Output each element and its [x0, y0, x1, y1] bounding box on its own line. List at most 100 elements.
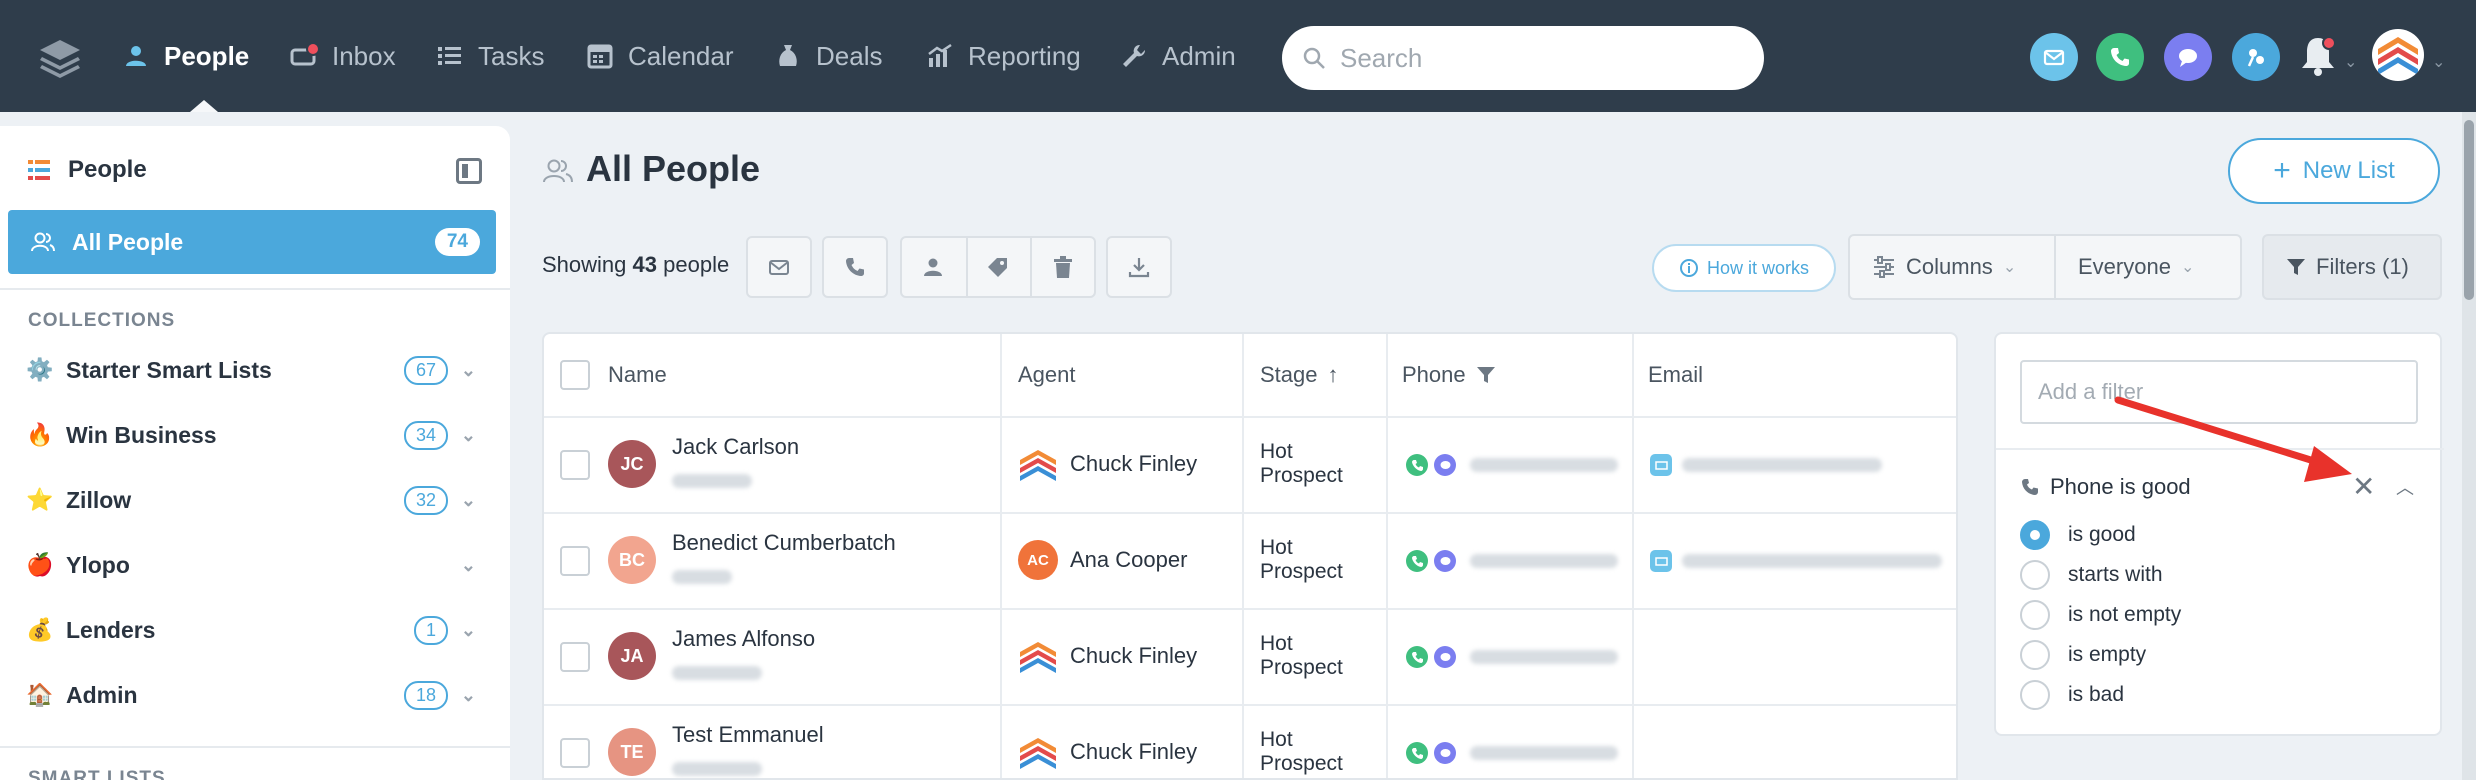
radio-button[interactable]: [2020, 560, 2050, 590]
sidebar-item-lenders[interactable]: 💰 Lenders 1 ⌄: [26, 610, 486, 650]
sidebar-item-all-people[interactable]: All People 74: [8, 210, 496, 274]
avatar[interactable]: TE: [608, 728, 656, 776]
email-action-button[interactable]: [2030, 33, 2078, 81]
column-header-name[interactable]: Name: [608, 334, 667, 416]
delete-button[interactable]: [1030, 236, 1096, 298]
email-icon[interactable]: [1650, 550, 1672, 572]
collapse-sidebar-icon[interactable]: [456, 158, 482, 184]
stage-cell[interactable]: Hot Prospect: [1260, 536, 1343, 584]
column-header-agent[interactable]: Agent: [1018, 334, 1076, 416]
table-row[interactable]: TE Test Emmanuel Chuck Finley Hot Prospe…: [544, 706, 1956, 778]
apps-action-button[interactable]: [2232, 33, 2280, 81]
row-checkbox[interactable]: [560, 546, 590, 576]
agent-name: Ana Cooper: [1070, 547, 1188, 572]
nav-deals[interactable]: Deals: [774, 0, 882, 112]
text-message-icon[interactable]: [1434, 550, 1456, 572]
contact-name[interactable]: James Alfonso: [672, 626, 815, 652]
filters-button[interactable]: Filters (1): [2262, 234, 2442, 300]
contact-name[interactable]: Jack Carlson: [672, 434, 799, 460]
chevron-up-icon[interactable]: ︿: [2396, 474, 2414, 500]
export-button[interactable]: [1106, 236, 1172, 298]
columns-dropdown[interactable]: Columns ⌄: [1848, 234, 2056, 300]
radio-button[interactable]: [2020, 600, 2050, 630]
text-message-icon[interactable]: [1434, 646, 1456, 668]
stage-cell[interactable]: Hot Prospect: [1260, 728, 1343, 776]
bulk-call-button[interactable]: [822, 236, 888, 298]
column-header-stage[interactable]: Stage ↑: [1242, 334, 1339, 416]
active-filter-header[interactable]: Phone is good: [2020, 474, 2191, 500]
table-row[interactable]: JC Jack Carlson Chuck Finley Hot Prospec…: [544, 418, 1956, 512]
radio-button[interactable]: [2020, 640, 2050, 670]
call-icon[interactable]: [1406, 454, 1428, 476]
agent-cell[interactable]: Chuck Finley: [1018, 444, 1197, 484]
call-icon[interactable]: [1406, 646, 1428, 668]
sidebar-item-starter-smart-lists[interactable]: ⚙️ Starter Smart Lists 67 ⌄: [26, 350, 486, 390]
add-filter-input[interactable]: [2020, 360, 2418, 424]
contact-name[interactable]: Benedict Cumberbatch: [672, 530, 896, 556]
radio-button[interactable]: [2020, 520, 2050, 550]
stage-cell[interactable]: Hot Prospect: [1260, 632, 1343, 680]
how-it-works-button[interactable]: How it works: [1652, 244, 1836, 292]
radio-button[interactable]: [2020, 680, 2050, 710]
agent-cell[interactable]: AC Ana Cooper: [1018, 540, 1187, 580]
text-message-icon[interactable]: [1434, 742, 1456, 764]
nav-tasks[interactable]: Tasks: [436, 0, 544, 112]
filter-option-is-bad[interactable]: is bad: [2020, 680, 2124, 710]
app-logo-icon[interactable]: [38, 38, 82, 78]
filter-option-is-empty[interactable]: is empty: [2020, 640, 2146, 670]
chevron-down-icon[interactable]: ⌄: [461, 620, 476, 641]
avatar[interactable]: BC: [608, 536, 656, 584]
remove-filter-close-icon[interactable]: ✕: [2352, 470, 2375, 503]
row-checkbox[interactable]: [560, 642, 590, 672]
call-action-button[interactable]: [2096, 33, 2144, 81]
agent-cell[interactable]: Chuck Finley: [1018, 636, 1197, 676]
contact-name[interactable]: Test Emmanuel: [672, 722, 824, 748]
chevron-down-icon[interactable]: ⌄: [461, 425, 476, 446]
new-list-button[interactable]: + New List: [2228, 138, 2440, 204]
column-header-phone[interactable]: Phone: [1402, 334, 1496, 416]
column-header-email[interactable]: Email: [1648, 334, 1703, 416]
avatar[interactable]: JC: [608, 440, 656, 488]
nav-reporting[interactable]: Reporting: [926, 0, 1081, 112]
bulk-email-button[interactable]: [746, 236, 812, 298]
nav-inbox[interactable]: Inbox: [290, 0, 396, 112]
call-icon[interactable]: [1406, 550, 1428, 572]
nav-admin[interactable]: Admin: [1120, 0, 1236, 112]
nav-calendar[interactable]: Calendar: [586, 0, 734, 112]
user-avatar[interactable]: [2372, 29, 2424, 81]
chevron-down-icon[interactable]: ⌄: [461, 360, 476, 381]
people-table: Name Agent Stage ↑ Phone Email JC Jack C…: [542, 332, 1958, 780]
funnel-icon[interactable]: [1476, 365, 1496, 385]
table-row[interactable]: BC Benedict Cumberbatch AC Ana Cooper Ho…: [544, 514, 1956, 608]
text-message-icon[interactable]: [1434, 454, 1456, 476]
notifications-button[interactable]: [2298, 34, 2338, 78]
assign-agent-button[interactable]: [900, 236, 966, 298]
sidebar-item-admin[interactable]: 🏠 Admin 18 ⌄: [26, 675, 486, 715]
filter-option-is-not-empty[interactable]: is not empty: [2020, 600, 2181, 630]
agent-cell[interactable]: Chuck Finley: [1018, 732, 1197, 772]
search-box[interactable]: [1282, 26, 1764, 90]
row-checkbox[interactable]: [560, 738, 590, 768]
table-row[interactable]: JA James Alfonso Chuck Finley Hot Prospe…: [544, 610, 1956, 704]
everyone-dropdown[interactable]: Everyone ⌄: [2054, 234, 2242, 300]
nav-people-label: People: [164, 40, 250, 71]
stage-cell[interactable]: Hot Prospect: [1260, 440, 1343, 488]
chat-action-button[interactable]: [2164, 33, 2212, 81]
select-all-checkbox[interactable]: [560, 360, 590, 390]
sidebar-item-win-business[interactable]: 🔥 Win Business 34 ⌄: [26, 415, 486, 455]
sidebar-item-zillow[interactable]: ⭐ Zillow 32 ⌄: [26, 480, 486, 520]
chevron-down-icon[interactable]: ⌄: [461, 555, 476, 576]
row-checkbox[interactable]: [560, 450, 590, 480]
email-icon[interactable]: [1650, 454, 1672, 476]
filter-option-starts-with[interactable]: starts with: [2020, 560, 2163, 590]
scrollbar-thumb[interactable]: [2464, 120, 2474, 300]
call-icon[interactable]: [1406, 742, 1428, 764]
avatar[interactable]: JA: [608, 632, 656, 680]
nav-people[interactable]: People: [122, 0, 249, 112]
chevron-down-icon[interactable]: ⌄: [461, 490, 476, 511]
filter-option-is-good[interactable]: is good: [2020, 520, 2136, 550]
chevron-down-icon[interactable]: ⌄: [461, 685, 476, 706]
search-input[interactable]: [1340, 42, 1720, 74]
tag-button[interactable]: [966, 236, 1030, 298]
sidebar-item-ylopo[interactable]: 🍎 Ylopo ⌄: [26, 545, 486, 585]
